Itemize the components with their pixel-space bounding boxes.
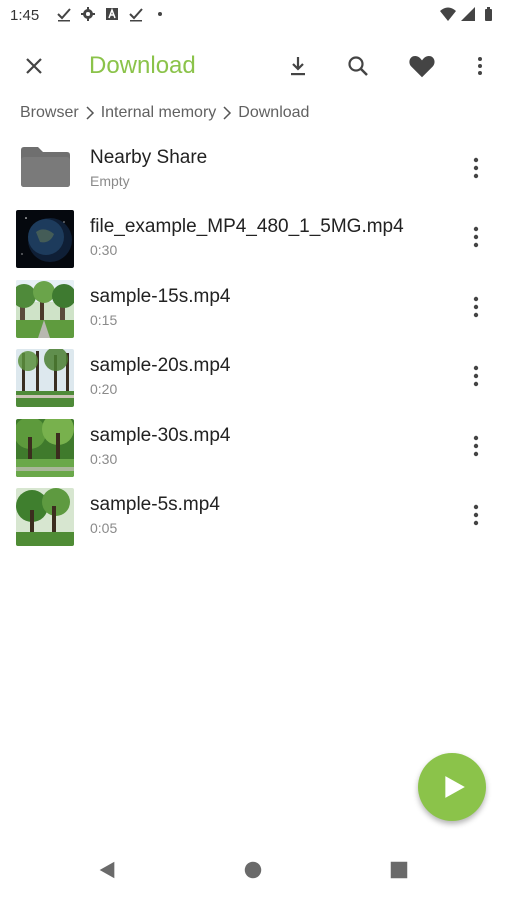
video-thumbnail	[16, 349, 74, 408]
home-icon	[244, 861, 262, 879]
file-duration: 0:30	[90, 450, 118, 467]
item-more-button[interactable]	[460, 150, 492, 186]
video-thumbnail	[16, 487, 74, 546]
recents-icon	[390, 861, 408, 879]
more-vert-icon	[473, 296, 479, 317]
list-item[interactable]: sample-5s.mp4 0:05	[0, 483, 506, 552]
search-icon	[348, 56, 368, 76]
download-button[interactable]	[278, 46, 318, 86]
wifi-icon	[440, 7, 456, 21]
chevron-right-icon	[219, 105, 235, 121]
file-name: file_example_MP4_480_1_5MG.mp4	[90, 216, 404, 238]
breadcrumb-item-download[interactable]: Download	[238, 104, 309, 122]
system-nav-bar	[0, 840, 506, 900]
status-bar: 1:45	[0, 0, 506, 34]
more-vert-icon	[473, 435, 479, 456]
more-vert-icon	[473, 157, 479, 179]
file-name: Nearby Share	[90, 147, 208, 168]
video-thumbnail	[16, 210, 74, 269]
battery-icon	[485, 7, 492, 21]
file-name: sample-5s.mp4	[90, 493, 220, 515]
file-list: Nearby Share Empty file_example_MP4_480_…	[0, 136, 506, 552]
page-title: Download	[89, 52, 196, 79]
breadcrumb-item-browser[interactable]: Browser	[20, 104, 79, 122]
file-detail: Empty	[90, 173, 130, 189]
check-icon	[57, 8, 71, 22]
download-icon	[291, 57, 305, 76]
more-vert-icon	[473, 365, 479, 387]
nav-home-button[interactable]	[241, 858, 265, 882]
nav-back-button[interactable]	[95, 858, 119, 882]
status-time: 1:45	[10, 7, 40, 24]
search-button[interactable]	[338, 46, 378, 86]
a-box-icon	[106, 7, 118, 20]
list-item[interactable]: file_example_MP4_480_1_5MG.mp4 0:30	[0, 205, 506, 274]
more-options-button[interactable]	[460, 46, 500, 86]
status-notification-icons	[56, 6, 168, 22]
video-thumbnail	[16, 279, 74, 338]
breadcrumb: Browser Internal memory Download	[20, 104, 309, 122]
favorite-button[interactable]	[402, 46, 442, 86]
status-system-icons	[440, 6, 496, 22]
item-more-button[interactable]	[460, 289, 492, 325]
file-name: sample-15s.mp4	[90, 285, 231, 307]
file-duration: 0:05	[90, 519, 118, 536]
list-item[interactable]: sample-20s.mp4 0:20	[0, 344, 506, 413]
more-vert-icon	[473, 227, 479, 248]
file-duration: 0:15	[90, 311, 118, 328]
close-icon	[26, 58, 42, 74]
file-duration: 0:30	[90, 242, 118, 259]
play-icon	[445, 776, 465, 798]
back-icon	[99, 861, 115, 879]
item-more-button[interactable]	[460, 219, 492, 255]
play-fab-button[interactable]	[418, 753, 486, 821]
list-item[interactable]: Nearby Share Empty	[0, 136, 506, 205]
nav-recents-button[interactable]	[387, 858, 411, 882]
heart-icon	[409, 56, 435, 78]
list-item[interactable]: sample-15s.mp4 0:15	[0, 275, 506, 344]
gear-icon	[81, 7, 95, 21]
dot-icon	[158, 12, 162, 16]
check-icon	[129, 8, 143, 22]
signal-icon	[461, 7, 475, 21]
item-more-button[interactable]	[460, 497, 492, 533]
file-name: sample-20s.mp4	[90, 355, 231, 377]
chevron-right-icon	[82, 105, 98, 121]
close-button[interactable]	[14, 46, 54, 86]
video-thumbnail	[16, 418, 74, 477]
list-item[interactable]: sample-30s.mp4 0:30	[0, 414, 506, 483]
file-name: sample-30s.mp4	[90, 424, 231, 446]
item-more-button[interactable]	[460, 428, 492, 464]
file-duration: 0:20	[90, 381, 118, 398]
app-bar: Download	[0, 38, 506, 94]
more-vert-icon	[478, 57, 482, 75]
more-vert-icon	[473, 504, 479, 526]
folder-icon	[21, 147, 70, 187]
breadcrumb-item-internal-memory[interactable]: Internal memory	[101, 104, 217, 122]
item-more-button[interactable]	[460, 358, 492, 394]
